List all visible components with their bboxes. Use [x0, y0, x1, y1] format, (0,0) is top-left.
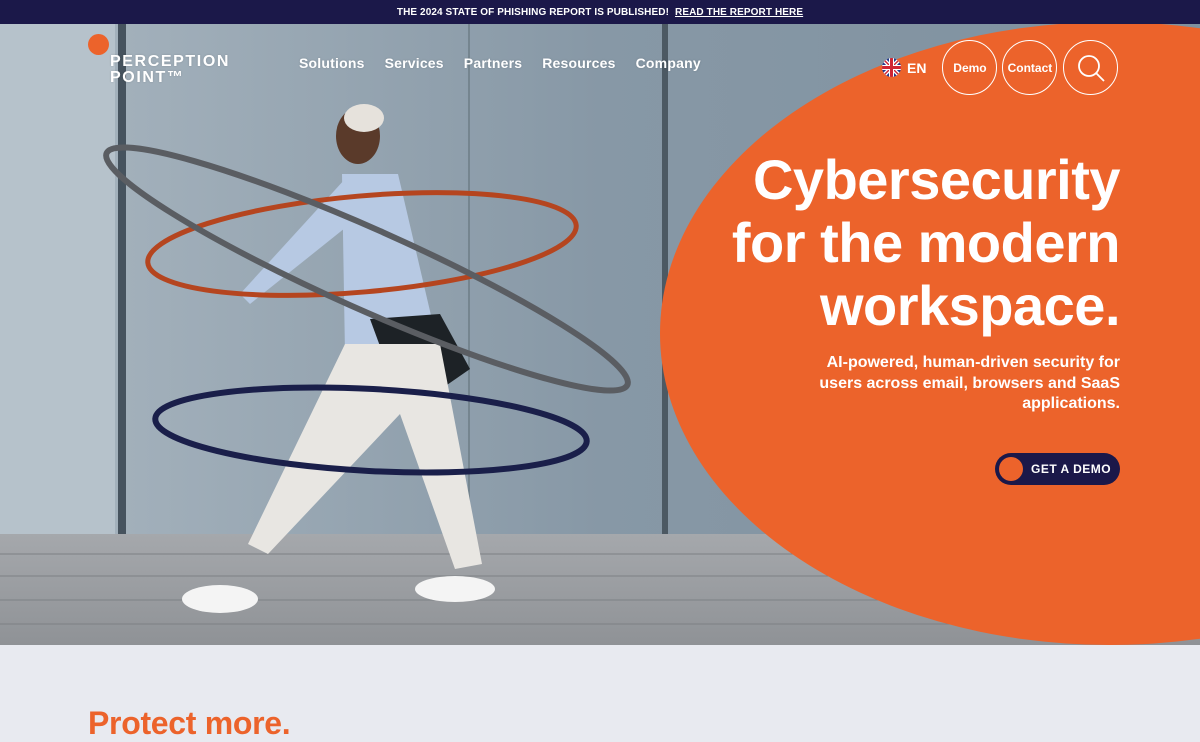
- logo-line-1: PERCEPTION: [110, 53, 231, 70]
- nav-solutions[interactable]: Solutions: [299, 55, 365, 71]
- headline-line-3: workspace.: [819, 274, 1121, 337]
- nav-services[interactable]: Services: [385, 55, 444, 71]
- header-actions: EN Demo Contact: [882, 40, 1123, 95]
- uk-flag-icon: [882, 58, 901, 77]
- announcement-text: THE 2024 STATE OF PHISHING REPORT IS PUB…: [396, 6, 670, 18]
- hero-subhead: AI-powered, human-driven security for us…: [819, 354, 1120, 412]
- nav-resources[interactable]: Resources: [542, 55, 615, 71]
- get-demo-button[interactable]: GET A DEMO: [995, 453, 1120, 485]
- wall-reflection: [0, 24, 115, 534]
- headline-line-2: for the modern: [731, 211, 1121, 274]
- logo-dot-icon: [88, 34, 109, 55]
- search-button[interactable]: [1063, 40, 1119, 95]
- wall-seam: [118, 24, 126, 534]
- section-title: Protect more.: [88, 705, 291, 741]
- cta-dot-icon: [999, 457, 1023, 481]
- demo-button[interactable]: Demo: [942, 40, 998, 95]
- hero-headline: Cybersecurity for the modern workspace.: [600, 148, 1121, 337]
- search-icon: [1078, 54, 1105, 82]
- announcement-bar: THE 2024 STATE OF PHISHING REPORT IS PUB…: [0, 0, 1200, 24]
- get-demo-label: GET A DEMO: [1031, 462, 1112, 476]
- read-report-link[interactable]: READ THE REPORT HERE: [675, 7, 803, 18]
- contact-button[interactable]: Contact: [1002, 40, 1058, 95]
- language-selector[interactable]: EN: [882, 58, 926, 77]
- nav-partners[interactable]: Partners: [464, 55, 522, 71]
- logo-line-2: POINT™: [110, 69, 185, 86]
- nav-company[interactable]: Company: [636, 55, 701, 71]
- headline-line-1: Cybersecurity: [752, 148, 1121, 211]
- language-label: EN: [907, 59, 927, 76]
- protect-section: Protect more.: [0, 645, 1200, 741]
- main-nav: Solutions Services Partners Resources Co…: [299, 55, 701, 71]
